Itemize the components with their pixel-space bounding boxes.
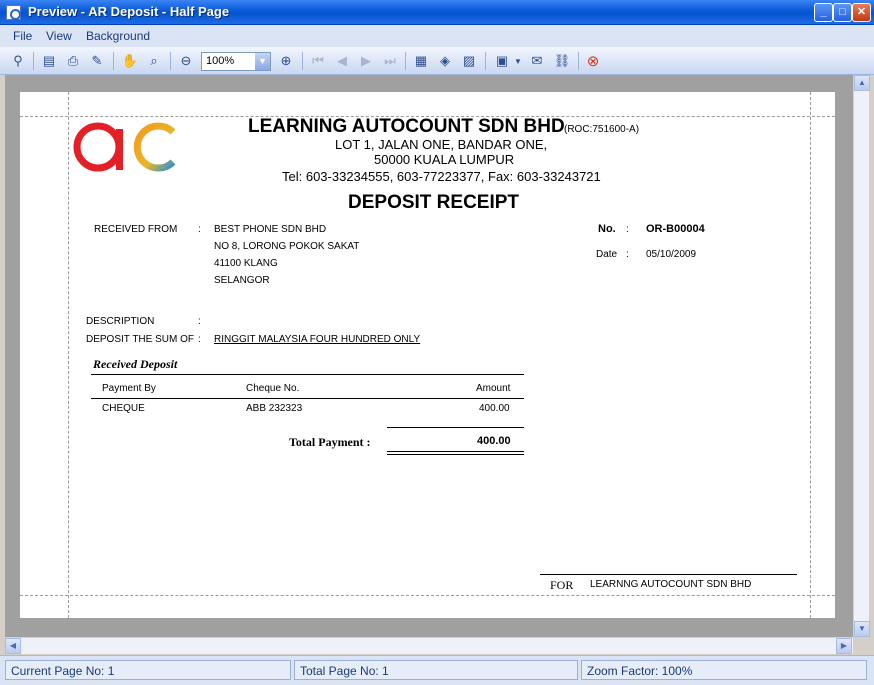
magnifier-icon[interactable]: ⌕ [145, 52, 163, 70]
maximize-icon[interactable]: □ [833, 3, 852, 22]
customer-address-line3: SELANGOR [214, 275, 270, 286]
cell-amount: 400.00 [479, 403, 510, 414]
receipt-no-value: OR-B00004 [646, 223, 705, 235]
status-current-page: Current Page No: 1 [5, 660, 291, 680]
report-page: LEARNING AUTOCOUNT SDN BHD (ROC:751600-A… [20, 92, 835, 618]
menu-background[interactable]: Background [86, 29, 150, 43]
save-icon[interactable]: ▣ [493, 52, 511, 70]
multi-page-icon[interactable]: ▦ [412, 52, 430, 70]
company-address-line1: LOT 1, JALAN ONE, BANDAR ONE, [335, 137, 548, 152]
zoom-in-icon[interactable]: ⊕ [277, 52, 295, 70]
company-contact: Tel: 603-33234555, 603-77223377, Fax: 60… [282, 169, 601, 184]
first-page-icon[interactable]: ⏮ [309, 52, 327, 70]
window-title: Preview - AR Deposit - Half Page [28, 4, 230, 19]
total-payment-label: Total Payment : [289, 435, 371, 449]
company-name: LEARNING AUTOCOUNT SDN BHD [248, 116, 565, 137]
zoom-value: 100% [206, 55, 235, 67]
watermark-icon[interactable]: ▨ [460, 52, 478, 70]
chevron-down-icon[interactable]: ▼ [255, 53, 270, 70]
table-header-amount: Amount [476, 383, 511, 394]
close-preview-icon[interactable]: ⊗ [584, 52, 602, 70]
customer-name: BEST PHONE SDN BHD [214, 224, 327, 235]
colon: : [198, 334, 201, 345]
company-logo [73, 122, 176, 172]
export-icon[interactable]: ✎ [88, 52, 106, 70]
for-label: FOR [550, 578, 574, 592]
scroll-right-icon[interactable]: ▶ [836, 638, 852, 654]
colon: : [198, 224, 201, 235]
scroll-left-icon[interactable]: ◀ [5, 638, 21, 654]
last-page-icon[interactable]: ⏭ [381, 52, 399, 70]
hand-icon[interactable]: ✋ [121, 52, 139, 70]
for-company: LEARNNG AUTOCOUNT SDN BHD [590, 579, 752, 590]
customer-address-line1: NO 8, LORONG POKOK SAKAT [214, 241, 360, 252]
minimize-icon[interactable]: _ [814, 3, 833, 22]
total-double-rule-2 [387, 454, 524, 455]
next-page-icon[interactable]: ▶ [357, 52, 375, 70]
binoculars-icon[interactable]: ⚲ [9, 52, 27, 70]
email-icon[interactable]: ✉ [528, 52, 546, 70]
company-roc: (ROC:751600-A) [564, 124, 640, 135]
total-payment-value: 400.00 [477, 435, 511, 447]
table-header-payment-by: Payment By [102, 383, 156, 394]
colon: : [198, 316, 201, 327]
receipt-no-label: No. [598, 223, 616, 235]
menu-view[interactable]: View [46, 29, 72, 43]
print-setup-icon[interactable]: ▤ [40, 52, 58, 70]
date-value: 05/10/2009 [646, 249, 697, 260]
received-from-label: RECEIVED FROM [94, 224, 178, 235]
section-title: Received Deposit [93, 357, 178, 371]
color-icon[interactable]: ◈ [436, 52, 454, 70]
table-header-cheque-no: Cheque No. [246, 383, 300, 394]
menu-file[interactable]: File [13, 29, 32, 43]
total-top-rule [387, 427, 524, 428]
close-icon[interactable]: ✕ [852, 3, 871, 22]
print-icon[interactable]: ⎙ [64, 52, 82, 70]
zoom-out-icon[interactable]: ⊖ [177, 52, 195, 70]
menu-bar: File View Background [0, 25, 874, 47]
cell-payment-by: CHEQUE [102, 403, 145, 414]
status-total-page: Total Page No: 1 [294, 660, 578, 680]
company-address-line2: 50000 KUALA LUMPUR [374, 152, 515, 167]
colon: : [626, 249, 629, 260]
date-label: Date [596, 249, 618, 260]
deposit-sum-label: DEPOSIT THE SUM OF [86, 334, 194, 345]
description-label: DESCRIPTION [86, 316, 155, 327]
total-double-rule-1 [387, 451, 524, 452]
colon: : [626, 224, 629, 235]
zoom-select[interactable]: 100% ▼ [201, 52, 271, 71]
table-header-rule [91, 398, 524, 399]
customer-address-line2: 41100 KLANG [214, 258, 278, 269]
toolbar: ⚲ ▤ ⎙ ✎ ✋ ⌕ ⊖ ⊕ ⏮ ◀ ▶ ⏭ ▦ ◈ ▨ ▣ ▼ ✉ ⛓ ⊗ [0, 47, 874, 75]
signature-line [540, 574, 797, 575]
status-bar: Current Page No: 1 Total Page No: 1 Zoom… [0, 655, 874, 685]
title-bar: Preview - AR Deposit - Half Page _ □ ✕ [0, 0, 874, 25]
horizontal-scrollbar[interactable]: ◀ ▶ [5, 637, 853, 654]
document-title: DEPOSIT RECEIPT [348, 192, 520, 213]
preview-app-icon [6, 5, 21, 20]
scroll-down-icon[interactable]: ▼ [854, 621, 870, 637]
status-zoom-factor: Zoom Factor: 100% [581, 660, 867, 680]
link-icon[interactable]: ⛓ [553, 52, 571, 70]
scroll-up-icon[interactable]: ▲ [854, 75, 870, 91]
vertical-scrollbar[interactable]: ▲ ▼ [853, 75, 870, 637]
amount-in-words: RINGGIT MALAYSIA FOUR HUNDRED ONLY [214, 334, 421, 345]
table-top-rule [91, 374, 524, 375]
prev-page-icon[interactable]: ◀ [333, 52, 351, 70]
cell-cheque-no: ABB 232323 [246, 403, 303, 414]
save-dropdown-icon[interactable]: ▼ [513, 52, 523, 70]
